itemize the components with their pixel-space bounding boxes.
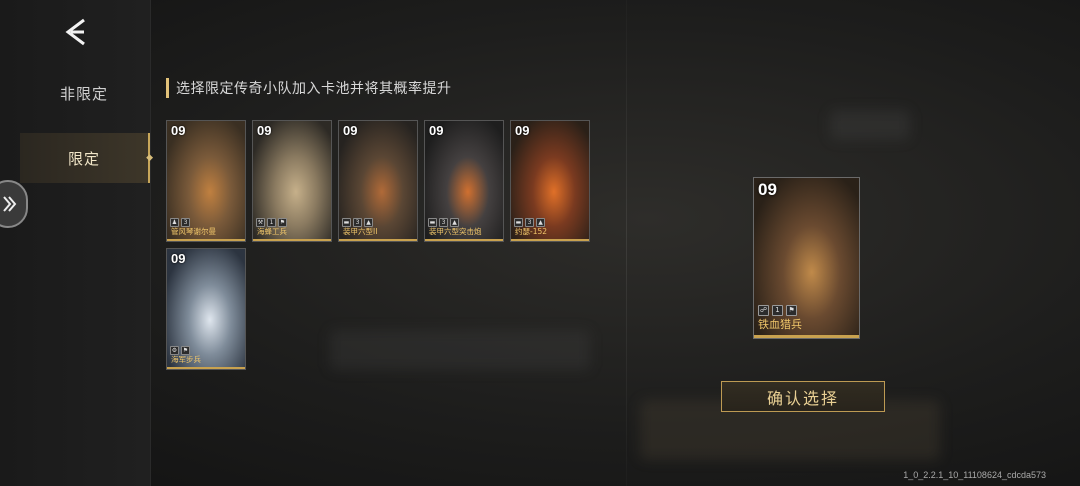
card-name: 装甲六型II bbox=[343, 227, 378, 236]
background-panel bbox=[830, 110, 910, 140]
squad-card[interactable]: 09 ▬ 3 ▲ 约瑟-152 bbox=[510, 120, 590, 242]
card-level: 09 bbox=[171, 123, 186, 138]
card-level: 09 bbox=[429, 123, 444, 138]
card-gold-strip bbox=[511, 239, 589, 241]
background-panel bbox=[330, 330, 590, 370]
card-gold-strip bbox=[754, 335, 859, 338]
card-name: 海军步兵 bbox=[171, 355, 201, 364]
tab-label: 非限定 bbox=[59, 84, 108, 103]
card-name: 约瑟-152 bbox=[515, 227, 548, 236]
selected-squad-card[interactable]: 09 ☍ 1 ⚑ 铁血猎兵 bbox=[753, 177, 860, 339]
selected-card-name: 铁血猎兵 bbox=[758, 318, 802, 331]
selection-hint: 选择限定传奇小队加入卡池并将其概率提升 bbox=[166, 78, 452, 98]
selected-card-level: 09 bbox=[758, 180, 777, 199]
tab-label: 限定 bbox=[67, 149, 100, 168]
squad-card[interactable]: 09 ⚒ 1 ⚑ 海蜂工兵 bbox=[252, 120, 332, 242]
card-stat-badge: ☍ bbox=[758, 305, 769, 316]
chevron-left-icon bbox=[65, 18, 85, 46]
card-name: 海蜂工兵 bbox=[257, 227, 287, 236]
selected-card-stats: ☍ 1 ⚑ bbox=[758, 305, 797, 316]
card-stat-badge: ⚑ bbox=[786, 305, 797, 316]
tab-limited[interactable]: 限定 ◆ bbox=[20, 133, 153, 183]
card-stat-badge: 1 bbox=[772, 305, 783, 316]
card-level: 09 bbox=[171, 251, 186, 266]
squad-card[interactable]: 09 ▬ 3 ▲ 装甲六型突击炮 bbox=[424, 120, 504, 242]
card-name: 管风琴谢尔曼 bbox=[171, 227, 216, 236]
squad-card[interactable]: 09 ♟ 3 管风琴谢尔曼 bbox=[166, 120, 246, 242]
card-gold-strip bbox=[167, 367, 245, 369]
double-chevron-right-icon bbox=[3, 196, 17, 212]
card-gold-strip bbox=[425, 239, 503, 241]
card-gold-strip bbox=[253, 239, 331, 241]
squad-card[interactable]: 09 ▬ 3 ▲ 装甲六型II bbox=[338, 120, 418, 242]
card-level: 09 bbox=[257, 123, 272, 138]
card-level: 09 bbox=[515, 123, 530, 138]
active-tab-marker-icon: ◆ bbox=[146, 153, 154, 163]
panel-divider bbox=[626, 0, 627, 486]
squad-card[interactable]: 09 ⚙ ⚑ 海军步兵 bbox=[166, 248, 246, 370]
back-button[interactable] bbox=[56, 14, 96, 50]
card-name: 装甲六型突击炮 bbox=[429, 227, 482, 236]
card-level: 09 bbox=[343, 123, 358, 138]
confirm-selection-button[interactable]: 确认选择 bbox=[721, 381, 885, 412]
card-gold-strip bbox=[339, 239, 417, 241]
hint-text: 选择限定传奇小队加入卡池并将其概率提升 bbox=[176, 81, 452, 97]
card-gold-strip bbox=[167, 239, 245, 241]
tab-non-limited[interactable]: 非限定 bbox=[20, 68, 148, 118]
version-label: 1_0_2.2.1_10_11108624_cdcda573 bbox=[903, 470, 1046, 480]
confirm-label: 确认选择 bbox=[766, 388, 839, 408]
hint-accent-bar bbox=[166, 78, 169, 98]
